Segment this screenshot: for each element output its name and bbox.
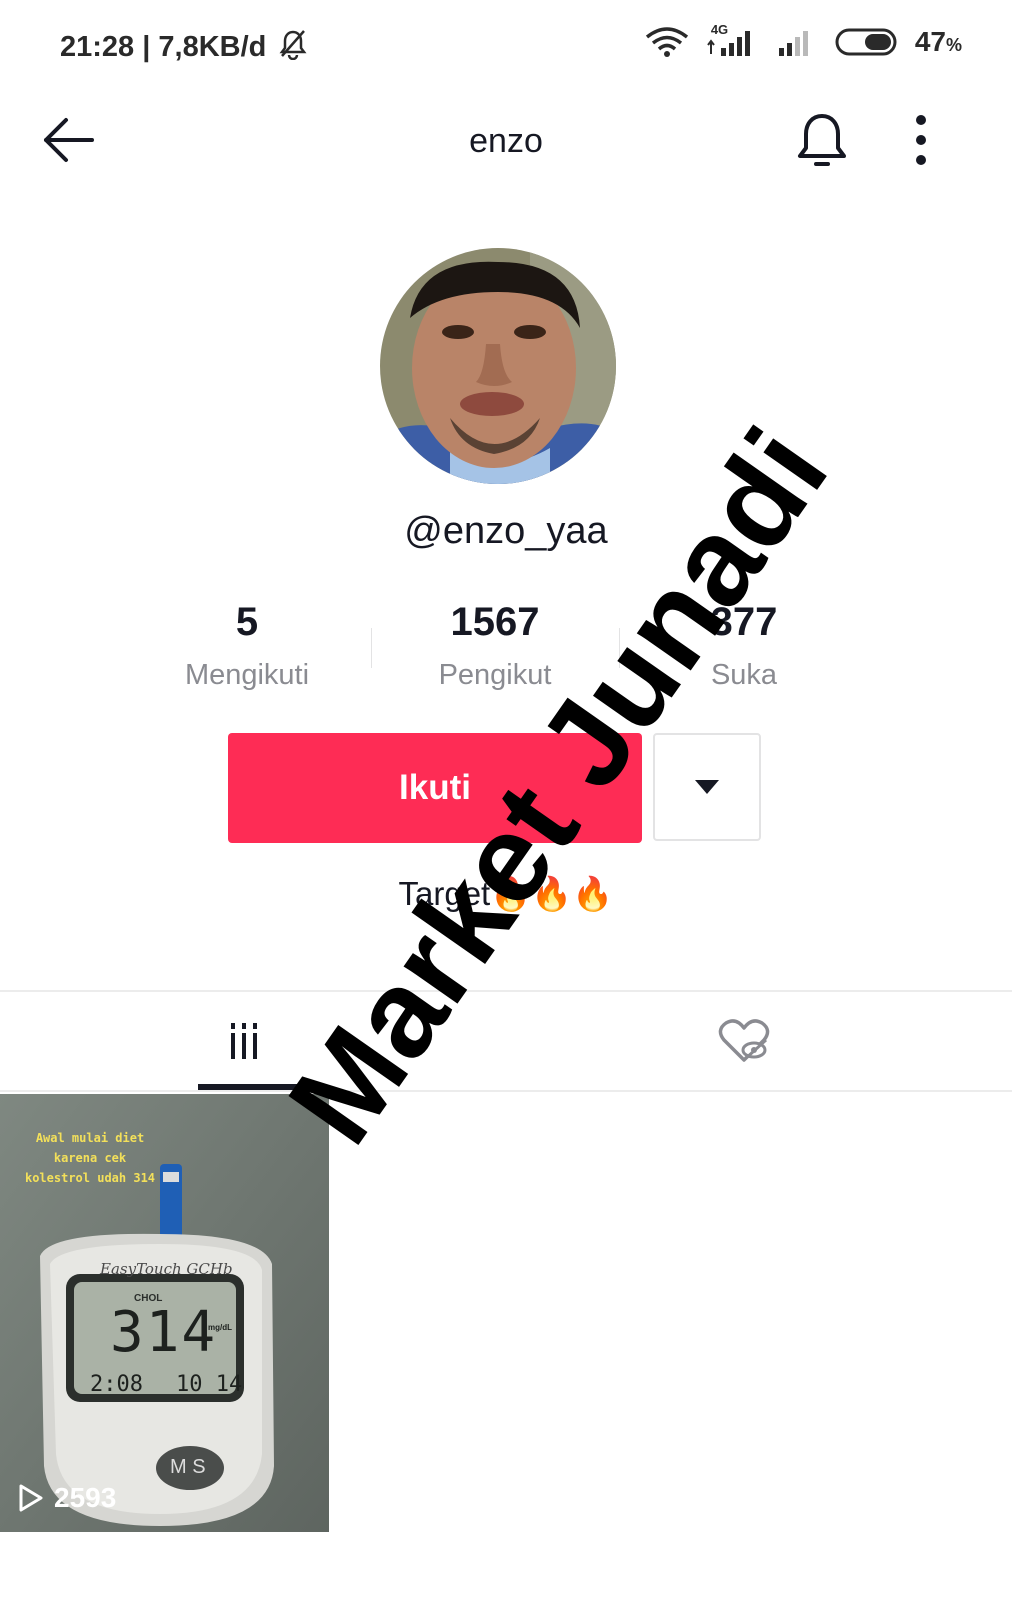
stat-followers[interactable]: 1567 Pengikut [385, 600, 605, 692]
status-icons: 4G 47% [645, 22, 962, 58]
stat-likes-value: 377 [710, 600, 778, 644]
stat-followers-label: Pengikut [438, 659, 552, 691]
stat-following-value: 5 [235, 600, 259, 644]
page-title: enzo [469, 122, 543, 160]
avatar[interactable] [380, 248, 616, 484]
battery-percent: 47% [914, 26, 962, 57]
meter-time: 2:08 [90, 1372, 143, 1397]
status-time: 21:28 | 7,8KB/d [60, 28, 308, 64]
video-thumbnail[interactable]: EasyTouch GCHb CHOL 314 mg/dL 2:08 10 14… [0, 1094, 329, 1532]
video-caption: Awal mulai diet karena cek kolestrol uda… [24, 1131, 156, 1185]
notification-button[interactable] [795, 110, 849, 170]
vertical-dots-icon [916, 115, 926, 165]
heart-hidden-icon [718, 1019, 770, 1062]
video-views-count: 2593 [54, 1482, 117, 1513]
triangle-down-icon [695, 780, 719, 794]
meter-brand: EasyTouch GCHb [100, 1260, 233, 1278]
status-time-text: 21:28 | 7,8KB/d [60, 31, 267, 63]
username: @enzo_yaa [404, 510, 608, 552]
video-views: 2593 [18, 1482, 116, 1514]
stat-likes-label: Suka [710, 659, 778, 691]
meter-value: 314 [110, 1300, 218, 1365]
stat-divider [619, 628, 620, 668]
suggested-accounts-button[interactable] [653, 733, 761, 841]
more-options-button[interactable] [905, 110, 937, 170]
bell-icon [798, 114, 846, 166]
play-icon [19, 1484, 43, 1512]
meter-buttons: M S [170, 1456, 206, 1478]
stat-following[interactable]: 5 Mengikuti [137, 600, 357, 692]
bell-muted-icon [279, 30, 307, 61]
meter-date: 10 14 [176, 1372, 243, 1397]
wifi-icon [645, 27, 688, 57]
stat-divider [371, 628, 372, 668]
signal-4g-icon: 4G [707, 22, 759, 58]
meter-unit: mg/dL [208, 1323, 232, 1332]
battery-icon [835, 28, 897, 56]
bio: Target🔥🔥🔥 [398, 875, 614, 912]
tab-videos[interactable] [0, 992, 496, 1090]
signal-icon [778, 31, 808, 56]
tab-liked[interactable] [496, 992, 992, 1090]
tabs-divider-bottom [0, 1090, 1012, 1092]
grid-bars-icon [231, 1023, 257, 1059]
network-label: 4G [710, 22, 729, 37]
stat-likes: 377 Suka [634, 600, 854, 692]
stat-following-label: Mengikuti [184, 659, 310, 691]
stat-followers-value: 1567 [450, 600, 540, 644]
follow-button[interactable]: Ikuti [228, 733, 642, 843]
